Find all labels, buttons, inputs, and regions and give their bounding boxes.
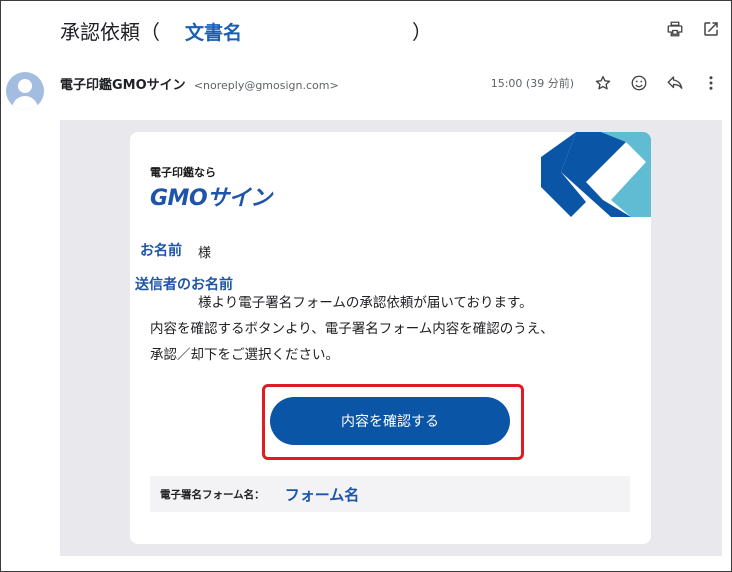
received-time: 15:00 (39 分前) bbox=[490, 77, 574, 90]
sender-info: 電子印鑑GMOサイン <noreply@gmosign.com> bbox=[60, 74, 339, 93]
message-line: 内容を確認するボタンより、電子署名フォーム内容を確認のうえ、 bbox=[150, 321, 554, 337]
avatar[interactable] bbox=[6, 72, 44, 110]
reply-icon[interactable] bbox=[666, 74, 684, 92]
more-vert-icon[interactable] bbox=[702, 74, 720, 92]
star-icon[interactable] bbox=[594, 74, 612, 92]
email-card: 電子印鑑なら GMOサイン お名前 様 送信者のお名前 様より電子署名フォームの… bbox=[130, 132, 651, 544]
logo-tagline: 電子印鑑なら bbox=[150, 166, 216, 179]
sender-name[interactable]: 電子印鑑GMOサイン bbox=[60, 78, 186, 93]
subject-toolbar bbox=[666, 20, 720, 38]
form-name-row: 電子署名フォーム名： フォーム名 bbox=[150, 476, 630, 512]
message-text: 様より電子署名フォームの承認依頼が届いております。 内容を確認するボタンより、電… bbox=[150, 290, 640, 368]
emoji-icon[interactable] bbox=[630, 74, 648, 92]
form-name-value: フォーム名 bbox=[284, 485, 360, 504]
sender-email: <noreply@gmosign.com> bbox=[193, 79, 339, 92]
confirm-content-button[interactable]: 内容を確認する bbox=[270, 397, 510, 445]
form-name-label: 電子署名フォーム名： bbox=[160, 488, 265, 501]
recipient-name-label: お名前 bbox=[140, 243, 182, 259]
message-line: 承認／却下をご選択ください。 bbox=[150, 347, 339, 363]
print-icon[interactable] bbox=[666, 20, 684, 38]
honorific: 様 bbox=[198, 246, 212, 261]
gmo-sign-logo: GMOサイン bbox=[150, 186, 272, 211]
message-actions: 15:00 (39 分前) bbox=[491, 74, 720, 92]
corner-decoration bbox=[541, 132, 651, 217]
subject-document-name: 文書名 bbox=[185, 22, 243, 44]
message-line: 様より電子署名フォームの承認依頼が届いております。 bbox=[198, 295, 533, 311]
subject-suffix: ） bbox=[412, 20, 432, 44]
email-subject: 承認依頼（ 文書名 ） bbox=[60, 16, 432, 45]
open-in-new-icon[interactable] bbox=[702, 20, 720, 38]
subject-prefix: 承認依頼（ bbox=[60, 20, 160, 44]
